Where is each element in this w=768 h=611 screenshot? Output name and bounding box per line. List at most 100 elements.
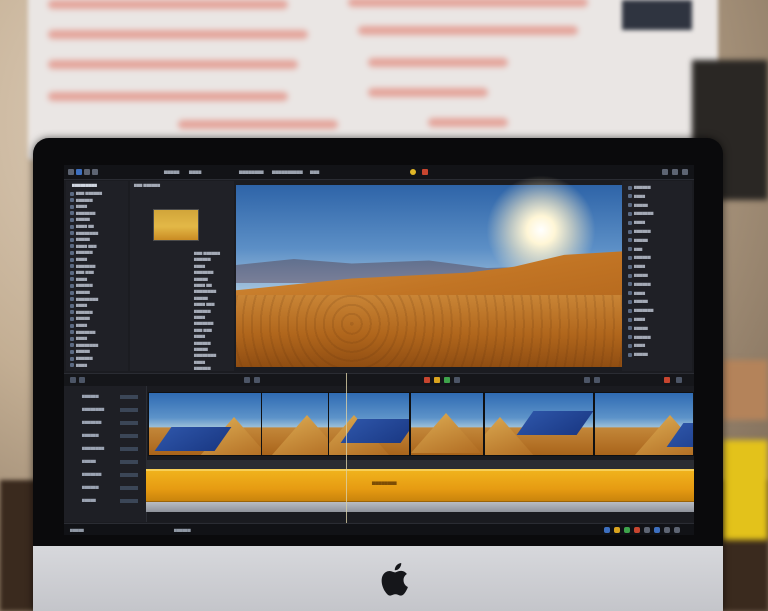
sidebar-item[interactable]: ▆▆▆▆▆▆▆ xyxy=(76,211,95,216)
sidebar-item[interactable]: ▆▆▆▆ ▆▆ xyxy=(76,224,94,229)
sidebar-item[interactable]: ▆▆▆▆ xyxy=(76,204,87,209)
sidebar-item[interactable]: ▆▆▆ ▆▆▆▆▆▆ xyxy=(76,191,102,196)
tool-icon[interactable] xyxy=(454,377,460,383)
inspector-row[interactable]: ▆▆▆▆▆ xyxy=(634,326,648,331)
bin-item[interactable]: ▆▆▆▆ ▆▆ xyxy=(194,283,212,288)
tool-icon[interactable] xyxy=(244,377,250,383)
inspector-row[interactable]: ▆▆▆▆▆▆ xyxy=(634,185,651,190)
inspector-row[interactable]: ▆▆▆▆▆▆▆ xyxy=(634,308,653,313)
bin-item[interactable]: ▆▆▆ ▆▆▆ xyxy=(194,328,212,333)
bin-item[interactable]: ▆▆▆▆▆ xyxy=(194,277,208,282)
dock-icon[interactable] xyxy=(664,527,670,533)
sidebar-item[interactable]: ▆▆▆▆ xyxy=(76,303,87,308)
inspector-row[interactable]: ▆▆▆▆ xyxy=(634,220,645,225)
bin-item[interactable]: ▆▆▆▆▆ xyxy=(194,296,208,301)
track-label[interactable]: ▆▆▆▆▆▆▆ xyxy=(82,472,101,477)
bin-item[interactable]: ▆▆▆▆▆▆ xyxy=(194,257,211,262)
sidebar-item[interactable]: ▆▆▆▆▆▆▆ xyxy=(76,330,95,335)
inspector-row[interactable]: ▆▆▆▆▆ xyxy=(634,299,648,304)
bin-item[interactable]: ▆▆▆▆ xyxy=(194,264,205,269)
track-label[interactable]: ▆▆▆▆▆▆ xyxy=(82,485,99,490)
sidebar-item[interactable]: ▆▆▆▆▆▆▆ xyxy=(76,264,95,269)
video-clip[interactable] xyxy=(484,392,594,456)
tool-icon[interactable] xyxy=(70,377,76,383)
sidebar-item[interactable]: ▆▆▆▆ ▆▆▆ xyxy=(76,244,97,249)
library-icon[interactable] xyxy=(76,169,82,175)
sidebar-item[interactable]: ▆▆▆▆▆▆ xyxy=(76,250,93,255)
inspector-row[interactable]: ▆▆▆▆▆▆ xyxy=(634,229,651,234)
menu-item[interactable]: ▆▆▆▆▆▆▆▆▆▆ xyxy=(272,168,303,175)
play-icon[interactable] xyxy=(444,377,450,383)
zoom-icon[interactable] xyxy=(584,377,590,383)
dock-icon[interactable] xyxy=(604,527,610,533)
inspector-row[interactable]: ▆▆▆▆ xyxy=(634,343,645,348)
sidebar-item[interactable]: ▆▆▆▆▆ xyxy=(76,316,90,321)
inspector-row[interactable]: ▆▆▆▆▆▆ xyxy=(634,335,651,340)
menu-item[interactable]: ▆▆▆ xyxy=(310,168,319,175)
window-control-icon[interactable] xyxy=(68,169,74,175)
menu-item[interactable]: ▆▆▆▆ xyxy=(189,168,201,175)
record-icon[interactable] xyxy=(422,169,428,175)
background-tasks-icon[interactable] xyxy=(410,169,416,175)
track-label[interactable]: ▆▆▆▆▆ xyxy=(82,459,96,464)
sidebar-item[interactable]: ▆▆▆▆▆▆▆▆ xyxy=(76,297,98,302)
inspector-row[interactable]: ▆▆▆▆▆▆ xyxy=(634,255,651,260)
video-clip[interactable] xyxy=(261,392,329,456)
clip-thumbnail[interactable] xyxy=(153,209,199,241)
share-icon[interactable] xyxy=(662,169,668,175)
sidebar-item[interactable]: ▆▆▆▆▆▆▆▆ xyxy=(76,231,98,236)
dock-icon[interactable] xyxy=(614,527,620,533)
dock-icon[interactable] xyxy=(634,527,640,533)
bin-item[interactable]: ▆▆▆▆▆▆▆▆ xyxy=(194,353,216,358)
sidebar-item[interactable]: ▆▆▆▆ xyxy=(76,336,87,341)
inspector-row[interactable]: ▆▆▆▆▆ xyxy=(634,352,648,357)
dock-icon[interactable] xyxy=(644,527,650,533)
inspector-row[interactable]: ▆▆▆▆ xyxy=(634,194,645,199)
track-label[interactable]: ▆▆▆▆▆▆ xyxy=(82,394,99,399)
sidebar-item[interactable]: ▆▆▆▆▆▆ xyxy=(76,356,93,361)
viewer[interactable] xyxy=(236,175,622,367)
video-clip[interactable] xyxy=(328,392,410,456)
track-label[interactable]: ▆▆▆▆▆▆▆▆ xyxy=(82,407,104,412)
inspector-row[interactable]: ▆▆▆▆ xyxy=(634,264,645,269)
bin-item[interactable]: ▆▆▆▆▆▆ xyxy=(194,309,211,314)
sidebar-item[interactable]: ▆▆▆ ▆▆▆ xyxy=(76,270,94,275)
sidebar-item[interactable]: ▆▆▆▆ xyxy=(76,257,87,262)
tool-icon[interactable] xyxy=(254,377,260,383)
tool-icon[interactable] xyxy=(434,377,440,383)
bin-item[interactable]: ▆▆▆▆ xyxy=(194,360,205,365)
bin-item[interactable]: ▆▆▆▆ xyxy=(194,315,205,320)
dock-icon[interactable] xyxy=(674,527,680,533)
inspector-row[interactable]: ▆▆▆▆▆ xyxy=(634,203,648,208)
track-label[interactable]: ▆▆▆▆▆▆▆ xyxy=(82,420,101,425)
inspector-row[interactable]: ▆▆▆▆ xyxy=(634,291,645,296)
timeline[interactable]: ▆▆▆▆▆▆ ▆▆▆▆▆▆▆▆ ▆▆▆▆▆▆▆ ▆▆▆▆▆▆ ▆▆▆▆▆▆▆▆ ▆▆▆▆▆… xyxy=(64,386,694,522)
sidebar-item[interactable]: ▆▆▆▆ xyxy=(76,363,87,368)
record-icon[interactable] xyxy=(424,377,430,383)
menu-item[interactable]: ▆▆▆▆▆▆▆▆ xyxy=(239,168,264,175)
sidebar-item[interactable]: ▆▆▆▆ xyxy=(76,323,87,328)
sidebar-item[interactable]: ▆▆▆▆▆ xyxy=(76,237,90,242)
track-label[interactable]: ▆▆▆▆▆▆▆▆ xyxy=(82,446,104,451)
playhead[interactable] xyxy=(346,373,347,533)
sidebar-item[interactable]: ▆▆▆▆ xyxy=(76,277,87,282)
bin-item[interactable]: ▆▆▆▆▆▆▆▆ xyxy=(194,289,216,294)
bin-item[interactable]: ▆▆▆▆▆ xyxy=(194,347,208,352)
track-label[interactable]: ▆▆▆▆▆▆ xyxy=(82,433,99,438)
video-clip[interactable] xyxy=(594,392,694,456)
inspector-row[interactable]: ▆▆▆▆▆▆▆ xyxy=(634,211,653,216)
tool-icon[interactable] xyxy=(79,377,85,383)
sidebar-item[interactable]: ▆▆▆▆▆▆ xyxy=(76,310,93,315)
audio-clip[interactable]: ▆▆▆▆▆▆▆▆ xyxy=(146,469,694,503)
sidebar-item[interactable]: ▆▆▆▆▆ xyxy=(76,349,90,354)
tool-icon[interactable] xyxy=(676,377,682,383)
bin-item[interactable]: ▆▆▆▆ ▆▆▆ xyxy=(194,302,215,307)
inspector-row[interactable]: ▆▆▆ xyxy=(634,247,642,252)
inspector-row[interactable]: ▆▆▆▆▆ xyxy=(634,273,648,278)
import-icon[interactable] xyxy=(84,169,90,175)
bin-item[interactable]: ▆▆▆▆▆▆ xyxy=(194,366,211,371)
sidebar-item[interactable]: ▆▆▆▆▆▆▆▆ xyxy=(76,343,98,348)
bin-item[interactable]: ▆▆▆▆▆▆▆ xyxy=(194,321,213,326)
sidebar-item[interactable]: ▆▆▆▆▆ xyxy=(76,217,90,222)
bin-item[interactable]: ▆▆▆ ▆▆▆▆▆▆ xyxy=(194,251,220,256)
